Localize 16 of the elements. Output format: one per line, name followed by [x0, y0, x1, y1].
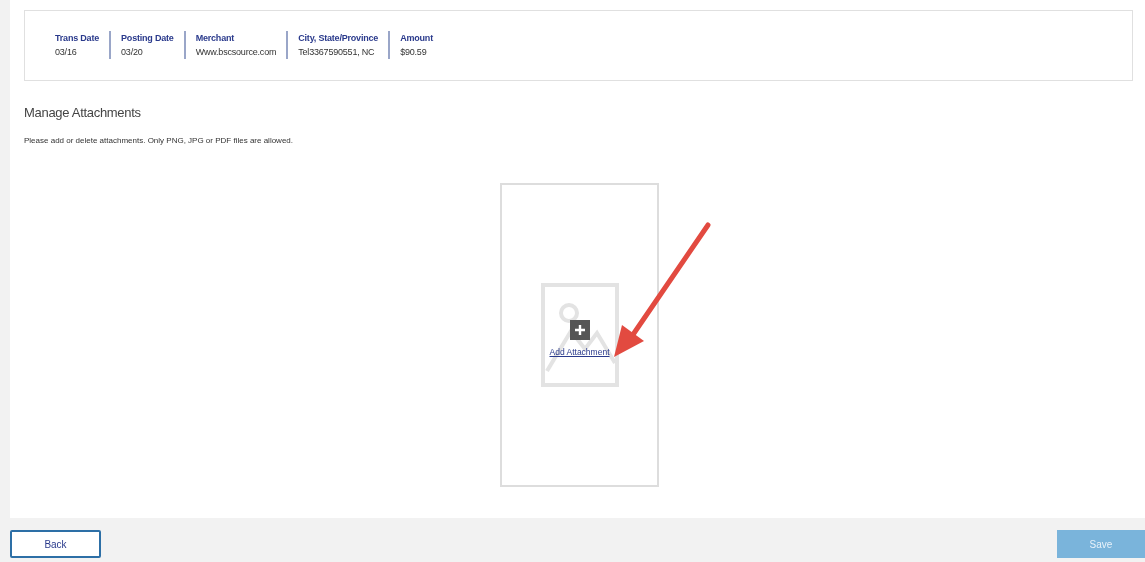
field-value: 03/20: [121, 46, 144, 59]
field-label: Posting Date: [121, 32, 174, 45]
section-title: Manage Attachments: [24, 104, 142, 122]
field-label: City, State/Province: [298, 32, 379, 45]
field-value: Tel3367590551, NC: [298, 46, 376, 59]
field-label: Trans Date: [55, 32, 100, 45]
field-value: Www.bscsource.com: [195, 46, 277, 59]
add-icon[interactable]: [569, 320, 590, 341]
field-value: $90.59: [400, 46, 428, 59]
field-value: 03/16: [55, 46, 78, 59]
instructions-text: Please add or delete attachments. Only PNG, JPG or PDF files are allowed.: [24, 134, 294, 147]
field-label: Merchant: [195, 32, 236, 45]
back-button[interactable]: Back: [10, 530, 101, 558]
field-label: Amount: [400, 32, 433, 45]
image-placeholder-icon: [540, 282, 619, 387]
add-attachment-link[interactable]: Add Attachment: [549, 346, 610, 359]
